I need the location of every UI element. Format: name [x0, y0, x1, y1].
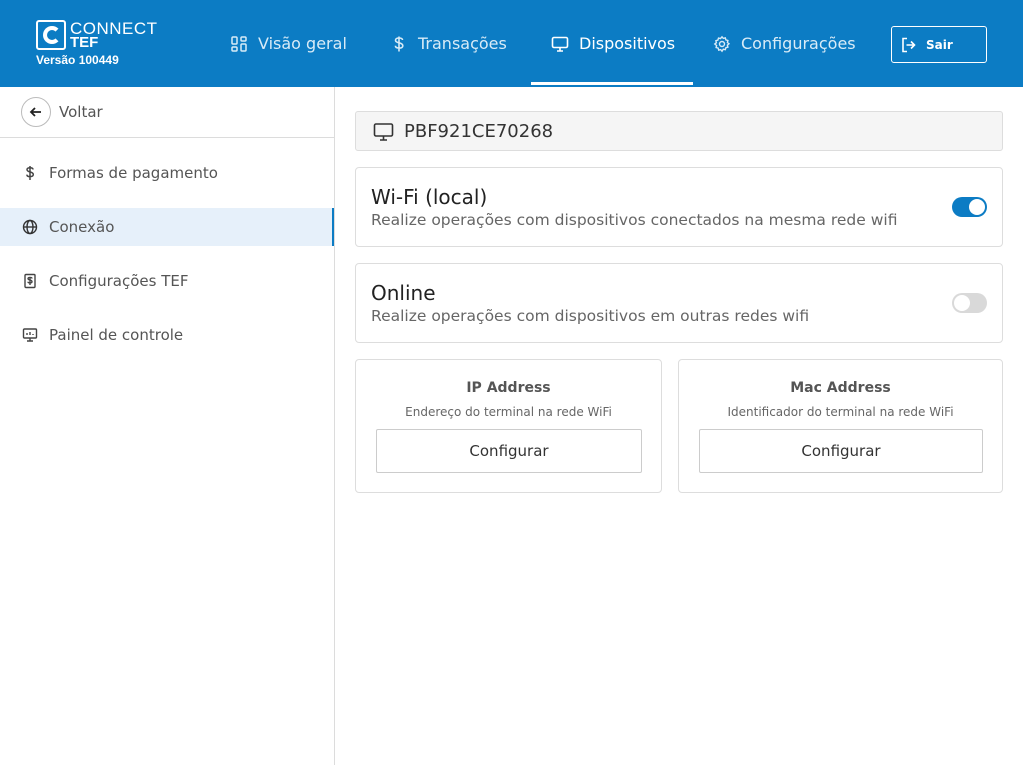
mac-address-title: Mac Address [790, 380, 891, 396]
wifi-local-card: Wi-Fi (local) Realize operações com disp… [355, 167, 1003, 247]
sidebar-item-label: Conexão [49, 218, 115, 236]
online-card: Online Realize operações com dispositivo… [355, 263, 1003, 343]
monitor-icon [551, 36, 569, 52]
logo-text-tef: TEF [70, 34, 99, 51]
mac-address-subtitle: Identificador do terminal na rede WiFi [727, 405, 954, 419]
tab-overview[interactable]: Visão geral [230, 0, 360, 87]
top-header: CONNECT TEF Versão 100449 Visão geral Tr… [0, 0, 1023, 87]
wifi-local-description: Realize operações com dispositivos conec… [371, 211, 898, 229]
logout-label: Sair [926, 37, 953, 52]
tab-settings-label: Configurações [741, 34, 856, 53]
tab-devices[interactable]: Dispositivos [531, 0, 693, 87]
tab-devices-label: Dispositivos [579, 34, 676, 53]
configure-ip-button[interactable]: Configurar [376, 429, 642, 473]
sidebar-item-label: Painel de controle [49, 326, 184, 344]
mac-address-card: Mac Address Identificador do terminal na… [678, 359, 1003, 493]
wifi-local-toggle[interactable] [952, 197, 987, 217]
connect-tef-logo: CONNECT TEF Versão 100449 [36, 20, 157, 70]
wifi-local-title: Wi-Fi (local) [371, 185, 488, 209]
ip-address-card: IP Address Endereço do terminal na rede … [355, 359, 662, 493]
sidebar: Voltar Formas de pagamento Conexão Confi… [0, 87, 335, 765]
sidebar-item-connection[interactable]: Conexão [0, 208, 334, 246]
online-title: Online [371, 281, 436, 305]
sidebar-item-payment-methods[interactable]: Formas de pagamento [0, 154, 334, 192]
ip-address-subtitle: Endereço do terminal na rede WiFi [405, 405, 612, 419]
dollar-icon [26, 166, 35, 180]
arrow-left-icon [21, 97, 51, 127]
back-button[interactable]: Voltar [0, 87, 334, 138]
tab-transactions[interactable]: Transações [390, 0, 520, 87]
toggle-knob [954, 295, 970, 311]
sidebar-item-tef-settings[interactable]: Configurações TEF [0, 262, 334, 300]
tab-transactions-label: Transações [418, 34, 507, 53]
overview-icon [231, 35, 247, 52]
sidebar-item-label: Configurações TEF [49, 272, 189, 290]
dollar-icon [394, 36, 404, 51]
sidebar-item-label: Formas de pagamento [49, 164, 218, 182]
configure-mac-button[interactable]: Configurar [699, 429, 983, 473]
logout-icon [902, 37, 916, 52]
ip-address-title: IP Address [466, 380, 551, 396]
device-header: PBF921CE70268 [355, 111, 1003, 151]
tab-overview-label: Visão geral [258, 34, 347, 53]
online-description: Realize operações com dispositivos em ou… [371, 307, 810, 325]
gear-icon [713, 35, 731, 52]
monitor-icon [373, 122, 394, 141]
toggle-knob [969, 199, 985, 215]
tab-settings[interactable]: Configurações [713, 0, 863, 87]
sidebar-item-control-panel[interactable]: Painel de controle [0, 316, 334, 354]
online-toggle[interactable] [952, 293, 987, 313]
logout-button[interactable]: Sair [891, 26, 987, 63]
back-label: Voltar [59, 103, 103, 121]
logo-mark-icon [36, 20, 66, 50]
version-label: Versão 100449 [36, 53, 119, 67]
receipt-icon [24, 273, 36, 289]
device-serial: PBF921CE70268 [404, 120, 554, 142]
dashboard-icon [22, 328, 38, 342]
globe-icon [22, 219, 38, 235]
